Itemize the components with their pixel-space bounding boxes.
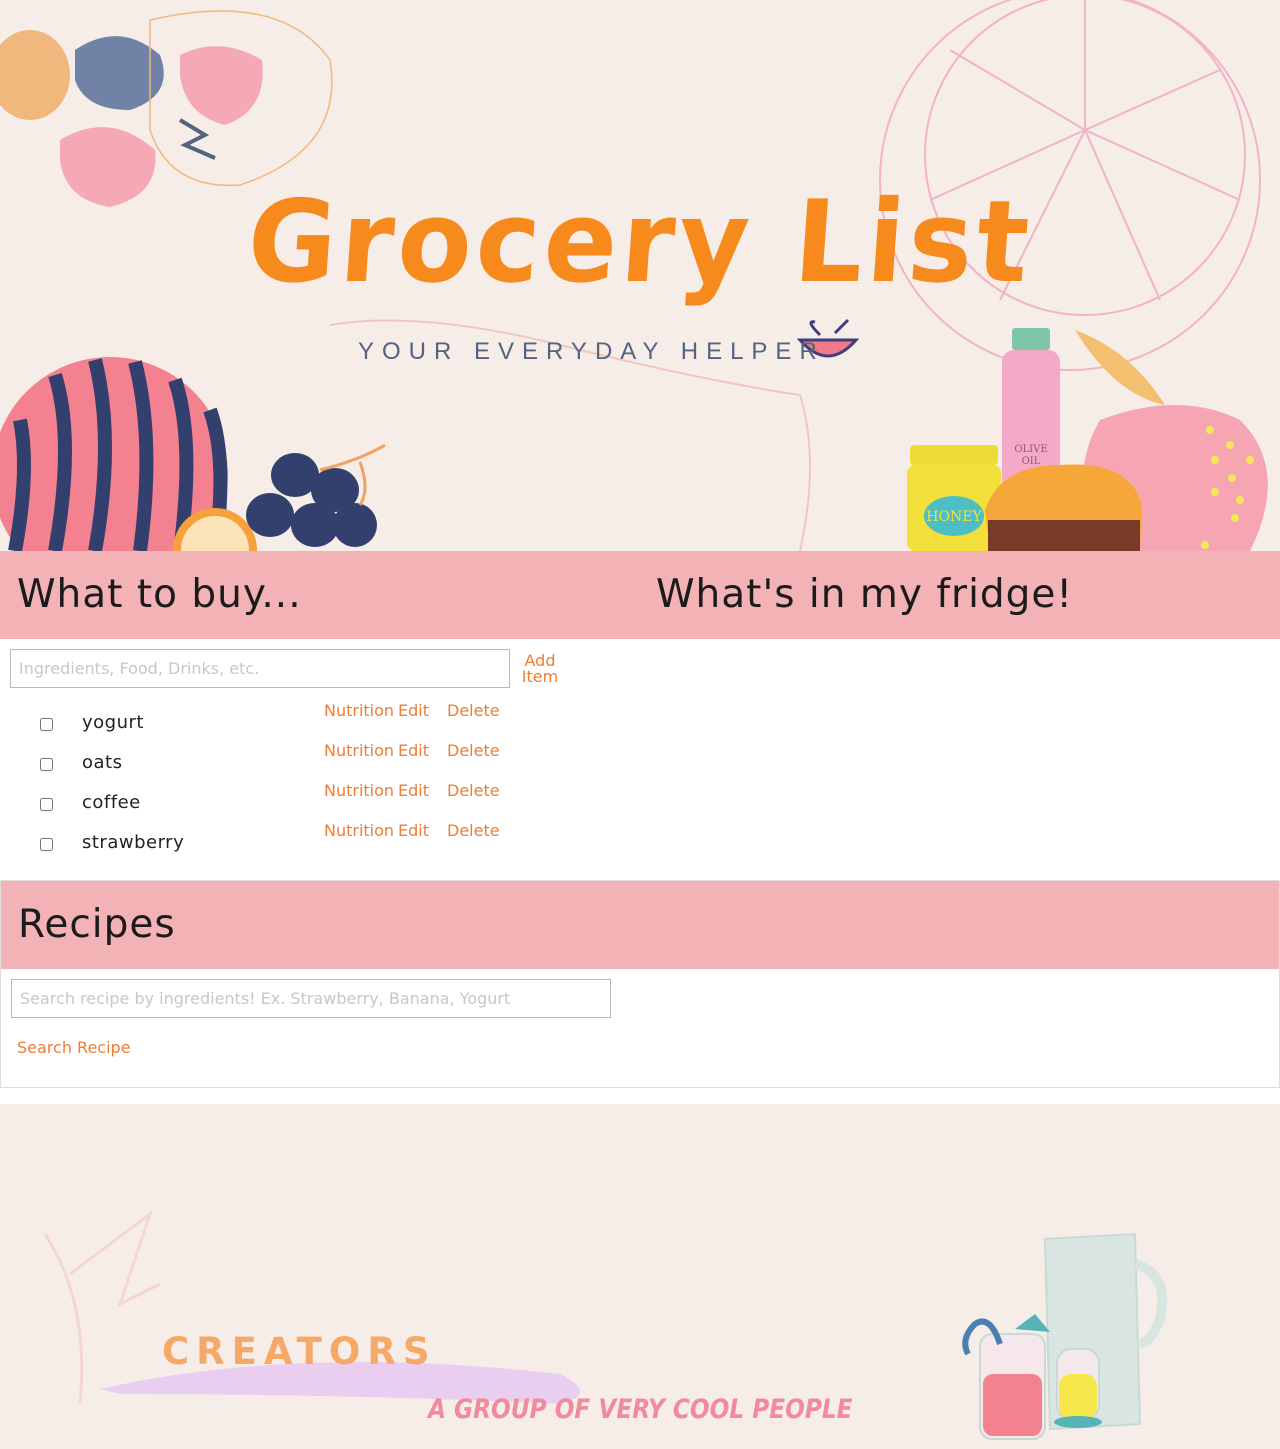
creators-title: CREATORS [162,1330,437,1373]
search-recipe-button[interactable]: Search Recipe [17,1040,131,1056]
edit-button[interactable]: Edit [398,783,429,799]
bottle-cap [1012,328,1050,350]
recipes-heading: Recipes [18,902,176,947]
item-name: yogurt [82,712,144,733]
add-item-button[interactable]: Add Item [518,653,562,685]
delete-button[interactable]: Delete [447,743,500,759]
leaf-outline [43,1209,161,1405]
nutrition-button[interactable]: Nutrition [324,823,394,839]
edit-button[interactable]: Edit [398,823,429,839]
hero-banner: OLIVE OIL HONEY Grocery List YOUR EVERYD… [0,0,1280,551]
strawberry-pink [180,46,263,125]
grocery-list: yogurt Nutrition Edit Delete oats Nutrit… [0,698,640,858]
item-name: oats [82,752,123,773]
grocery-row: yogurt Nutrition Edit Delete [0,698,640,738]
delete-button[interactable]: Delete [447,703,500,719]
nutrition-button[interactable]: Nutrition [324,743,394,759]
apple-leaf [1075,330,1165,405]
bowl-spoon [809,318,850,337]
grocery-row: coffee Nutrition Edit Delete [0,778,640,818]
app-title: Grocery List [243,176,1038,309]
fridge-heading: What's in my fridge! [656,572,1074,617]
umbrella [1015,1314,1050,1332]
peach-shape [0,30,70,120]
pitcher-handle [1133,1259,1168,1349]
grocery-item-input[interactable] [10,649,510,688]
nutrition-button[interactable]: Nutrition [324,783,394,799]
grocery-row: oats Nutrition Edit Delete [0,738,640,778]
creators-subtitle: A GROUP OF VERY COOL PEOPLE [428,1394,853,1425]
grapes [246,453,377,547]
edit-button[interactable]: Edit [398,703,429,719]
item-checkbox[interactable] [40,798,53,811]
item-checkbox[interactable] [40,838,53,851]
honey-lid [910,445,998,465]
item-checkbox[interactable] [40,718,53,731]
olive-label-2: OIL [1022,456,1041,467]
recipes-header-bar [1,881,1279,969]
recipe-search-input[interactable] [11,979,611,1018]
leaf-sprig [178,118,216,160]
item-checkbox[interactable] [40,758,53,771]
delete-button[interactable]: Delete [447,823,500,839]
what-to-buy-heading: What to buy... [17,572,302,617]
nutrition-button[interactable]: Nutrition [324,703,394,719]
item-name: coffee [82,792,141,813]
bread-base [988,520,1140,551]
delete-button[interactable]: Delete [447,783,500,799]
edit-button[interactable]: Edit [398,743,429,759]
creators-footer: CREATORS A GROUP OF VERY COOL PEOPLE [0,1104,1280,1449]
app-tagline: YOUR EVERYDAY HELPER [358,338,825,365]
pink-drink [983,1374,1042,1436]
honey-text: HONEY [926,509,982,525]
yellow-drink [1059,1374,1097,1419]
olive-label-1: OLIVE [1014,444,1047,455]
item-name: strawberry [82,832,185,853]
coaster [1054,1416,1102,1428]
strawberry-pink-2 [60,127,156,207]
grocery-row: strawberry Nutrition Edit Delete [0,818,640,858]
